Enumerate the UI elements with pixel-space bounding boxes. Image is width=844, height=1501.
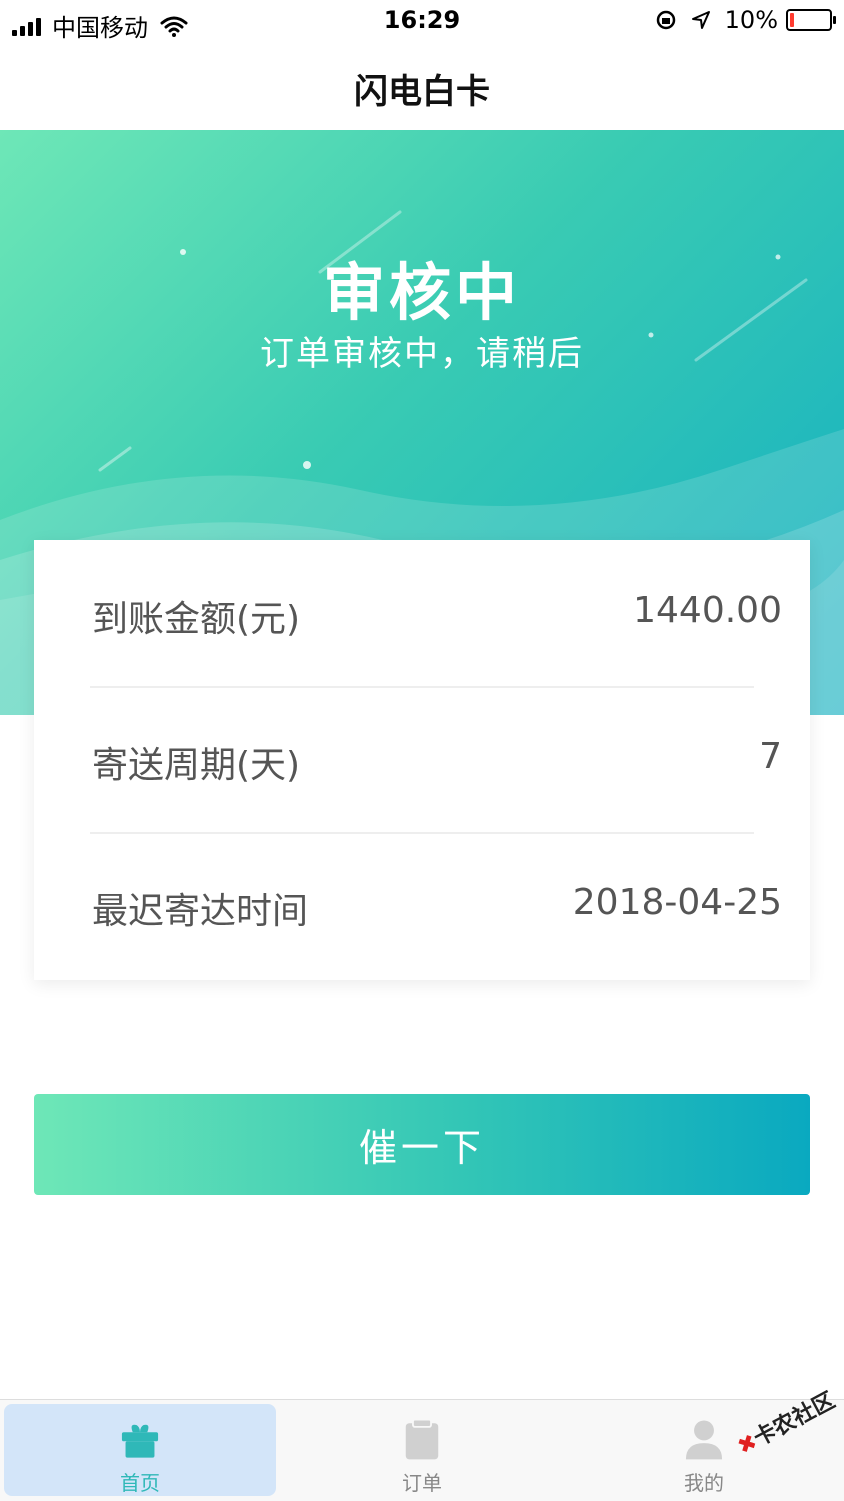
info-label: 最迟寄达时间 bbox=[92, 891, 309, 932]
info-row-amount: 到账金额(元) 1440.00 bbox=[90, 540, 782, 686]
info-value: 7 bbox=[759, 736, 782, 777]
info-value: 1440.00 bbox=[633, 590, 782, 631]
page-title: 闪电白卡 bbox=[354, 72, 490, 112]
order-info-card: 到账金额(元) 1440.00 寄送周期(天) 7 最迟寄达时间 2018-04… bbox=[34, 540, 810, 980]
user-icon bbox=[685, 1420, 723, 1460]
review-status-subtitle: 订单审核中，请稍后 bbox=[260, 334, 584, 374]
gift-box-icon bbox=[121, 1424, 159, 1458]
tab-label: 首页 bbox=[120, 1471, 160, 1495]
status-right: 10% bbox=[655, 6, 836, 34]
info-label: 到账金额(元) bbox=[92, 599, 301, 640]
location-icon bbox=[691, 11, 710, 29]
info-value: 2018-04-25 bbox=[572, 882, 782, 923]
urge-button[interactable]: 催一下 bbox=[34, 1094, 810, 1195]
info-label: 寄送周期(天) bbox=[92, 745, 301, 786]
tab-label: 我的 bbox=[684, 1471, 724, 1495]
battery-level-fill bbox=[790, 13, 794, 27]
tab-home[interactable]: 首页 bbox=[4, 1404, 276, 1496]
tab-bar: 首页 订单 我的 bbox=[0, 1399, 844, 1501]
nav-bar: 闪电白卡 bbox=[0, 44, 844, 130]
tab-label: 订单 bbox=[402, 1471, 442, 1495]
tab-orders[interactable]: 订单 bbox=[286, 1404, 558, 1496]
status-bar: 中国移动 16:29 10% bbox=[0, 0, 844, 44]
battery-icon bbox=[786, 9, 836, 31]
rotation-lock-icon bbox=[656, 10, 675, 30]
info-row-cycle: 寄送周期(天) 7 bbox=[90, 686, 782, 832]
review-status-title: 审核中 bbox=[322, 256, 521, 329]
battery-percent: 10% bbox=[724, 6, 778, 34]
info-row-deadline: 最迟寄达时间 2018-04-25 bbox=[90, 832, 782, 978]
clipboard-icon bbox=[405, 1418, 439, 1460]
